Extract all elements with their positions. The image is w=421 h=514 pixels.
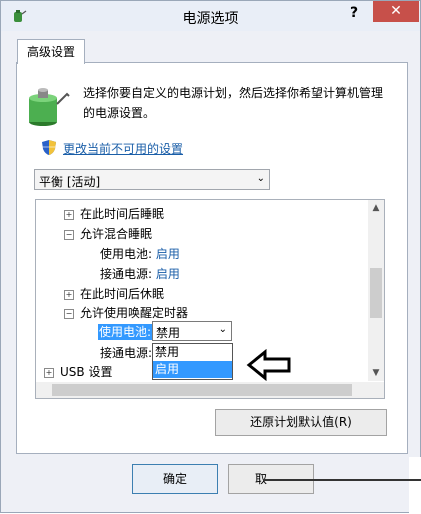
tab-advanced-settings[interactable]: 高级设置 xyxy=(17,39,85,64)
collapse-icon[interactable]: − xyxy=(64,308,74,319)
setting-label: 使用电池: xyxy=(100,247,153,261)
tree-item-hybrid-battery[interactable]: 使用电池: 启用 xyxy=(100,244,180,264)
select-value: 禁用 xyxy=(156,326,181,340)
expand-icon[interactable]: + xyxy=(64,209,74,220)
tree-item-hybrid-plugged[interactable]: 接通电源: 启用 xyxy=(100,264,180,284)
change-unavailable-settings-link[interactable]: 更改当前不可用的设置 xyxy=(63,140,183,157)
battery-power-icon xyxy=(29,88,70,126)
power-plan-select[interactable]: 平衡 [活动] ⌄ xyxy=(34,169,270,190)
description-text: 选择你要自定义的电源计划，然后选择你希望计算机管理的电源设置。 xyxy=(83,86,384,120)
tree-item-hibernate-after[interactable]: + 在此时间后休眠 xyxy=(64,284,164,304)
horizontal-scrollbar[interactable] xyxy=(36,382,384,398)
title-bar: 电源选项 ? ✕ xyxy=(1,1,420,31)
power-options-window: 电源选项 ? ✕ 高级设置 选择你要自定义的电源计划，然后选择你希望计算机管理的… xyxy=(0,0,421,514)
overlay-line xyxy=(263,479,421,481)
scroll-thumb[interactable] xyxy=(370,268,382,318)
ok-button[interactable]: 确定 xyxy=(132,464,218,494)
scroll-down-icon[interactable]: ▼ xyxy=(368,365,384,381)
setting-label: 接通电源: xyxy=(100,346,153,360)
restore-defaults-button[interactable]: 还原计划默认值(R) xyxy=(215,409,387,436)
tree-item-sleep-after[interactable]: + 在此时间后睡眠 xyxy=(64,204,164,224)
dropdown-option[interactable]: 启用 xyxy=(153,361,232,378)
setting-label: 接通电源: xyxy=(100,267,153,281)
tree-item-label: 允许使用唤醒定时器 xyxy=(80,306,189,320)
uac-shield-icon xyxy=(42,140,56,155)
chevron-down-icon: ⌄ xyxy=(218,324,227,335)
edge-strip xyxy=(409,457,421,514)
setting-value[interactable]: 启用 xyxy=(156,247,180,261)
help-button[interactable]: ? xyxy=(341,2,367,24)
vertical-scrollbar[interactable]: ▲ ▼ xyxy=(368,200,384,381)
close-button[interactable]: ✕ xyxy=(373,1,419,22)
pointer-arrow-icon xyxy=(246,349,291,381)
scroll-up-icon[interactable]: ▲ xyxy=(368,200,384,216)
tree-item-wake-battery[interactable]: 使用电池: xyxy=(98,322,153,342)
tree-item-hybrid-sleep[interactable]: − 允许混合睡眠 xyxy=(64,224,152,244)
wake-timer-battery-select[interactable]: 禁用 ⌄ xyxy=(152,321,232,341)
setting-value[interactable]: 启用 xyxy=(156,267,180,281)
tree-item-label: 在此时间后睡眠 xyxy=(80,207,165,221)
tree-item-wake-plugged[interactable]: 接通电源: xyxy=(100,343,152,363)
scroll-thumb[interactable] xyxy=(52,384,352,396)
tree-item-label: 在此时间后休眠 xyxy=(80,287,165,301)
tree-item-label: 允许混合睡眠 xyxy=(80,227,153,241)
power-plan-value: 平衡 [活动] xyxy=(39,175,101,189)
dropdown-option[interactable]: 禁用 xyxy=(153,344,232,361)
tree-item-usb-settings[interactable]: + USB 设置 xyxy=(44,362,112,382)
chevron-down-icon: ⌄ xyxy=(256,173,265,184)
tree-item-label: USB 设置 xyxy=(60,365,113,379)
setting-label: 使用电池: xyxy=(98,324,153,340)
expand-icon[interactable]: + xyxy=(44,367,54,378)
dropdown-list[interactable]: 禁用 启用 xyxy=(152,343,233,380)
collapse-icon[interactable]: − xyxy=(64,229,74,240)
tree-item-wake-timers[interactable]: − 允许使用唤醒定时器 xyxy=(64,303,188,323)
expand-icon[interactable]: + xyxy=(64,289,74,300)
